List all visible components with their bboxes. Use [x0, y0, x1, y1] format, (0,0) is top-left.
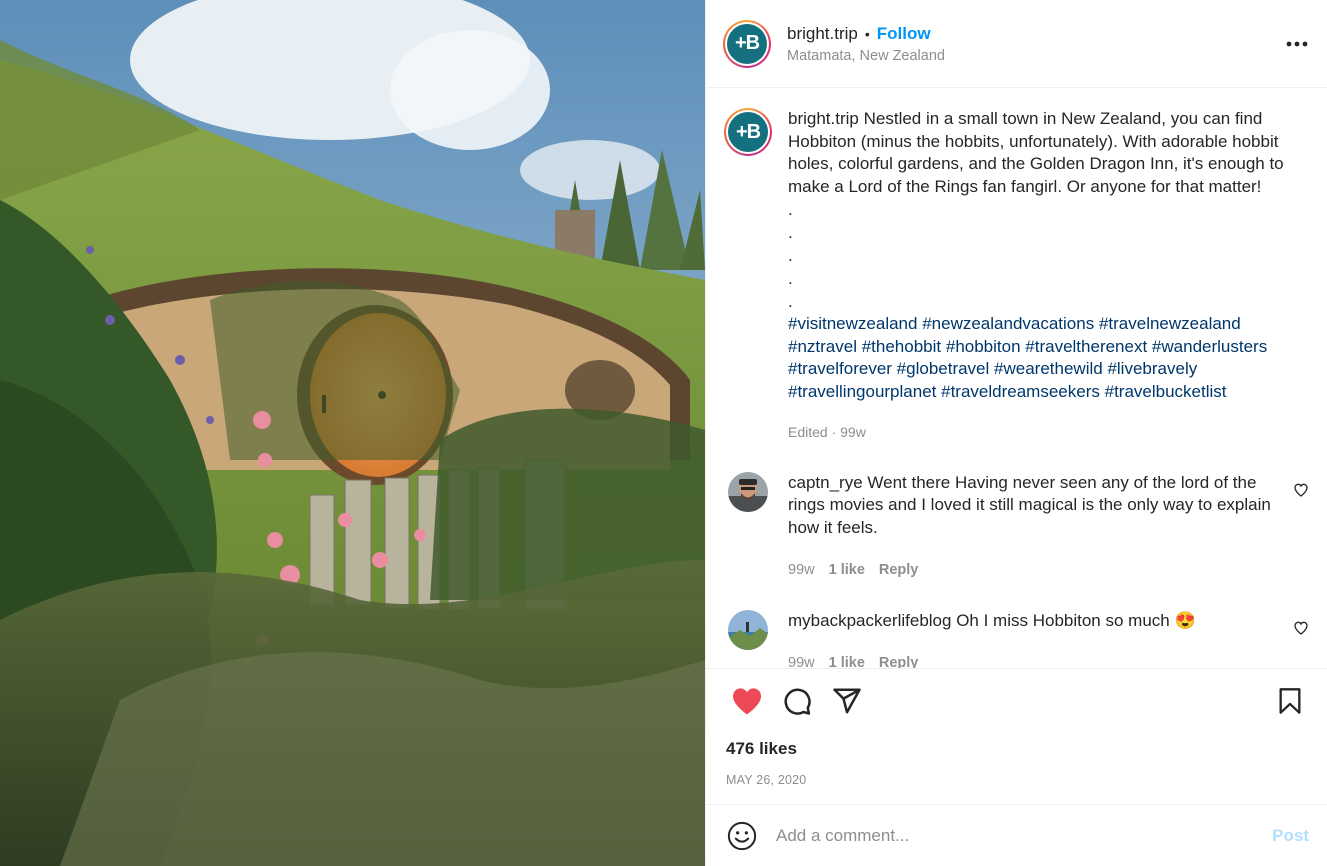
reply-button[interactable]: Reply — [879, 559, 919, 582]
hashtag-link[interactable]: #travellingourplanet — [788, 382, 936, 401]
hashtag-link[interactable]: #wanderlusters — [1152, 337, 1267, 356]
share-button[interactable] — [826, 680, 868, 722]
post-photo[interactable] — [0, 0, 705, 866]
hashtag-link[interactable]: #globetravel — [897, 359, 990, 378]
author-avatar[interactable]: +B — [723, 19, 771, 68]
emoji-button[interactable] — [726, 820, 758, 852]
caption-text: Nestled in a small town in New Zealand, … — [788, 109, 1284, 196]
user-avatar-photo — [728, 609, 768, 650]
post-sidebar: +B bright.trip • Follow Matamata, New Ze… — [705, 0, 1327, 866]
comment-likes[interactable]: 1 like — [829, 559, 865, 582]
hashtag-link[interactable]: #traveldreamseekers — [941, 382, 1100, 401]
caption-dots: . . . . . — [788, 200, 793, 311]
caption-avatar[interactable]: +B — [724, 108, 772, 156]
hashtag-link[interactable]: #traveltherenext — [1025, 337, 1147, 356]
post-comment-button[interactable]: Post — [1272, 826, 1309, 846]
like-button[interactable] — [726, 680, 768, 722]
instagram-post: +B bright.trip • Follow Matamata, New Ze… — [0, 0, 1327, 866]
comment-like-button[interactable] — [1293, 620, 1311, 638]
comment-icon — [784, 688, 811, 715]
comment-time[interactable]: 99w — [788, 652, 815, 668]
heart-filled-icon — [733, 688, 761, 715]
caption-meta: Edited · 99w — [788, 424, 866, 440]
comment-like-button[interactable] — [1293, 482, 1311, 500]
hashtag-link[interactable]: #hobbiton — [946, 337, 1021, 356]
heart-outline-icon — [1294, 621, 1308, 635]
brand-logo: +B — [728, 112, 768, 152]
hashtag-link[interactable]: #wearethewild — [994, 359, 1103, 378]
comment-likes[interactable]: 1 like — [829, 652, 865, 668]
comment-button[interactable] — [776, 680, 818, 722]
more-horizontal-icon — [1286, 41, 1308, 46]
hobbit-hole-photo — [0, 0, 705, 866]
comment-text: Oh I miss Hobbiton so much 😍 — [956, 610, 1196, 630]
comment-item: mybackpackerlifeblog Oh I miss Hobbiton … — [724, 609, 1311, 668]
hashtag-link[interactable]: #newzealandvacations — [922, 314, 1094, 333]
post-date[interactable]: MAY 26, 2020 — [726, 773, 1311, 787]
post-location[interactable]: Matamata, New Zealand — [787, 48, 1283, 64]
caption: +B bright.trip Nestled in a small town i… — [724, 108, 1311, 444]
user-avatar-photo — [728, 471, 768, 512]
save-button[interactable] — [1269, 680, 1311, 722]
author-username[interactable]: bright.trip — [787, 24, 858, 44]
hashtag-link[interactable]: #travelnewzealand — [1099, 314, 1241, 333]
post-actions-section: 476 likes MAY 26, 2020 — [706, 668, 1327, 804]
add-comment-bar: Post — [706, 804, 1327, 866]
hashtag-link[interactable]: #livebravely — [1107, 359, 1197, 378]
bookmark-icon — [1279, 688, 1301, 714]
caption-username[interactable]: bright.trip — [788, 109, 859, 128]
likes-count[interactable]: 476 likes — [726, 739, 1311, 759]
action-bar — [726, 669, 1311, 733]
hashtag-link[interactable]: #travelbucketlist — [1105, 382, 1227, 401]
hashtag-link[interactable]: #nztravel — [788, 337, 857, 356]
hashtags: #visitnewzealand #newzealandvacations #t… — [788, 313, 1311, 403]
commenter-avatar[interactable] — [728, 609, 768, 650]
reply-button[interactable]: Reply — [879, 652, 919, 668]
share-icon — [833, 688, 861, 714]
comments-list[interactable]: +B bright.trip Nestled in a small town i… — [706, 88, 1327, 668]
hashtag-link[interactable]: #thehobbit — [862, 337, 941, 356]
heart-outline-icon — [1294, 483, 1308, 497]
comment-input[interactable] — [776, 825, 1273, 846]
comment-username[interactable]: captn_rye — [788, 473, 863, 492]
comment-time[interactable]: 99w — [788, 559, 815, 582]
separator-dot: • — [864, 25, 870, 42]
smiley-icon — [727, 821, 757, 850]
comment-item: captn_rye Went there Having never seen a… — [724, 471, 1311, 582]
more-options-button[interactable] — [1283, 30, 1311, 58]
commenter-avatar[interactable] — [728, 471, 768, 512]
post-header: +B bright.trip • Follow Matamata, New Ze… — [706, 0, 1327, 88]
brand-logo: +B — [727, 23, 767, 64]
follow-button[interactable]: Follow — [877, 24, 931, 44]
hashtag-link[interactable]: #travelforever — [788, 359, 892, 378]
hashtag-link[interactable]: #visitnewzealand — [788, 314, 917, 333]
comment-username[interactable]: mybackpackerlifeblog — [788, 611, 951, 630]
